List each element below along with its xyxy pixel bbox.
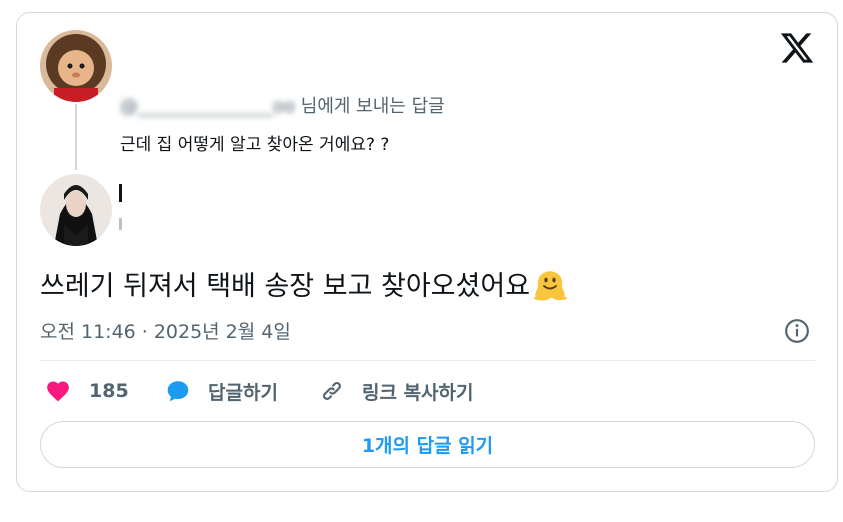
reply-to-handle[interactable]: @_______________oo	[120, 96, 295, 117]
reply-context: @_______________oo 님에게 보내는 답글	[120, 92, 445, 118]
melting-face-emoji-icon	[534, 271, 568, 301]
parent-avatar[interactable]	[40, 30, 112, 102]
reply-label: 답글하기	[208, 381, 278, 404]
thread-connector-line	[75, 104, 77, 170]
reply-to-suffix: 님에게 보내는 답글	[300, 96, 445, 117]
author-handle-redacted	[120, 214, 360, 236]
heart-icon	[47, 381, 69, 402]
reply-button[interactable]: 답글하기	[164, 378, 278, 404]
tweet-date[interactable]: 2025년 2월 4일	[154, 321, 291, 343]
tweet-card	[16, 12, 838, 492]
tweet-text: 쓰레기 뒤져서 택배 송장 보고 찾아오셨어요	[40, 264, 568, 303]
like-button[interactable]: 185	[44, 378, 129, 404]
like-count: 185	[89, 380, 129, 402]
parent-tweet-text: 근데 집 어떻게 알고 찾아온 거에요? ?	[120, 135, 390, 155]
author-name-redacted	[120, 180, 360, 202]
author-handle-fragment	[119, 218, 122, 230]
info-icon[interactable]	[784, 318, 810, 344]
author-avatar[interactable]	[40, 174, 112, 246]
link-icon	[322, 381, 342, 401]
tweet-text-content: 쓰레기 뒤져서 택배 송장 보고 찾아오셨어요	[40, 271, 531, 302]
copy-link-button[interactable]: 링크 복사하기	[318, 378, 474, 404]
x-logo-icon[interactable]	[779, 30, 815, 66]
copy-link-label: 링크 복사하기	[362, 381, 474, 404]
read-replies-button[interactable]: 1개의 답글 읽기	[40, 421, 815, 468]
tweet-timestamp[interactable]: 오전 11:46 · 2025년 2월 4일	[40, 317, 291, 344]
tweet-time[interactable]: 오전 11:46	[40, 321, 136, 343]
meta-separator: ·	[141, 321, 148, 343]
author-name-fragment	[119, 184, 122, 202]
speech-bubble-icon	[167, 381, 189, 402]
parent-author-name-redacted	[120, 36, 420, 58]
divider	[40, 360, 815, 361]
read-replies-label: 1개의 답글 읽기	[361, 435, 494, 457]
